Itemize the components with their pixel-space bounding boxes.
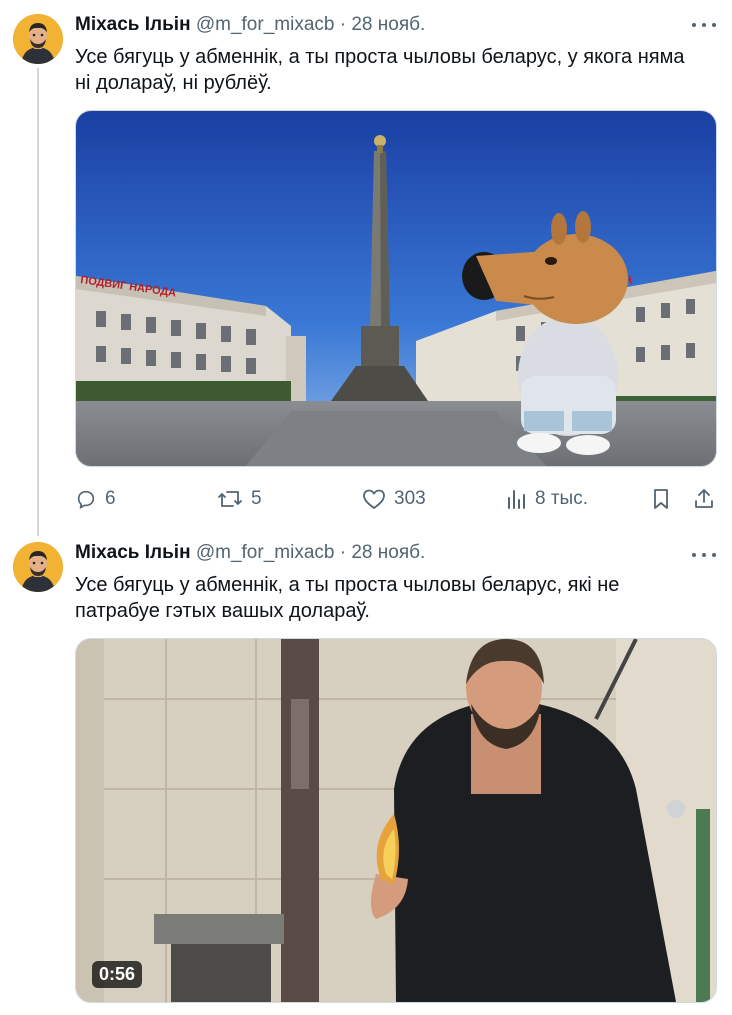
repost-icon	[218, 491, 242, 507]
avatar[interactable]	[13, 14, 63, 64]
reply-count: 6	[105, 488, 116, 509]
thread-line	[37, 68, 39, 536]
author-name[interactable]: Міхась Ільін	[75, 14, 191, 35]
tweet-date[interactable]: 28 нояб.	[351, 14, 425, 35]
reply-icon	[77, 490, 95, 509]
author-handle[interactable]: @m_for_mixacb	[196, 14, 335, 35]
avatar[interactable]	[13, 542, 63, 592]
share-icon	[695, 489, 713, 508]
tweet-1[interactable]: Міхась Ільін @m_for_mixacb · 28 нояб. Ус…	[0, 0, 732, 536]
author-name[interactable]: Міхась Ільін	[75, 542, 191, 563]
more-icon[interactable]	[692, 15, 716, 35]
views-icon	[508, 490, 525, 509]
share-button[interactable]	[693, 484, 715, 514]
tweet-text: Усе бягуць у абменнік, а ты проста чылов…	[75, 46, 685, 94]
repost-button[interactable]: 5	[217, 484, 262, 514]
tweet-text: Усе бягуць у абменнік, а ты проста чылов…	[75, 574, 620, 622]
views-count: 8 тыс.	[535, 488, 588, 509]
author-handle[interactable]: @m_for_mixacb	[196, 542, 335, 563]
video-duration: 0:56	[92, 961, 143, 988]
like-count: 303	[394, 488, 426, 509]
tweet-header: Міхась Ільін @m_for_mixacb · 28 нояб.	[75, 542, 425, 564]
tweet-video[interactable]: 0:56	[75, 638, 717, 1003]
reply-button[interactable]: 6	[75, 484, 116, 514]
separator: ·	[339, 14, 347, 35]
tweet-image[interactable]: ПОДВИГ НАРОДА ВТЕН	[75, 110, 717, 467]
views-button[interactable]: 8 тыс.	[507, 484, 588, 514]
tweet-header: Міхась Ільін @m_for_mixacb · 28 нояб.	[75, 14, 425, 36]
separator: ·	[339, 542, 347, 563]
like-icon	[363, 489, 385, 509]
tweet-date[interactable]: 28 нояб.	[351, 542, 425, 563]
bookmark-button[interactable]	[651, 484, 671, 514]
more-icon[interactable]	[692, 545, 716, 565]
tweet-actions: 6 5 303 8 тыс.	[75, 484, 720, 514]
tweet-2[interactable]: Міхась Ільін @m_for_mixacb · 28 нояб. Ус…	[0, 530, 732, 1015]
bookmark-icon	[654, 489, 668, 509]
repost-count: 5	[251, 488, 262, 509]
like-button[interactable]: 303	[362, 484, 426, 514]
